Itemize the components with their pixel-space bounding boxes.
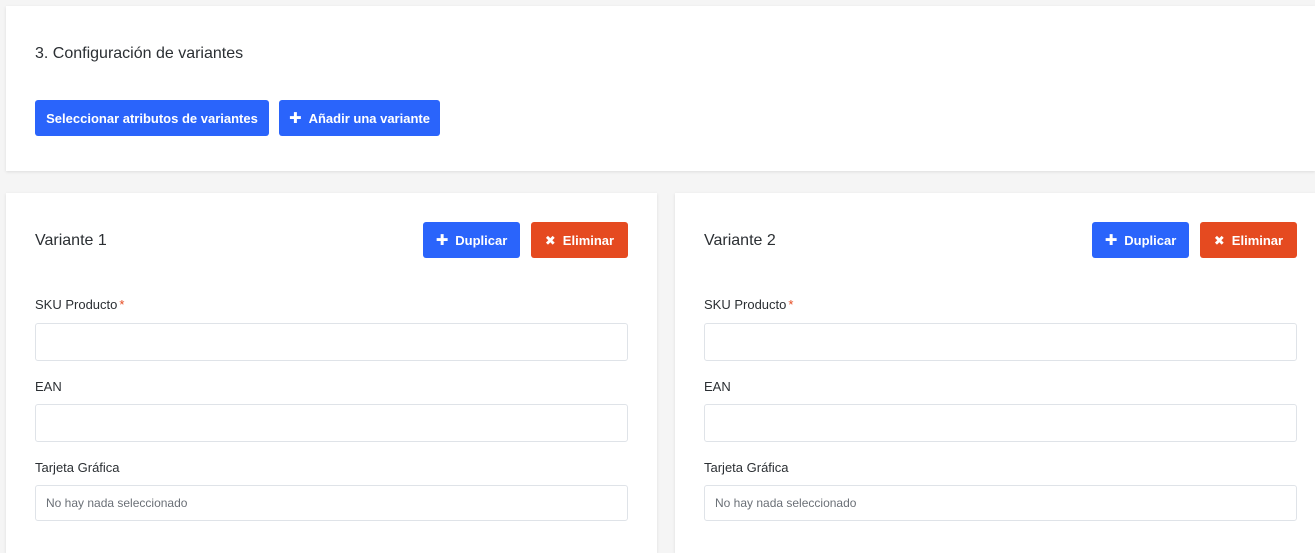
sku-input[interactable]	[35, 323, 628, 361]
graphics-card-label: Tarjeta Gráfica	[35, 460, 120, 475]
close-icon: ✖	[544, 232, 556, 248]
sku-input[interactable]	[704, 323, 1297, 361]
section-title: 3. Configuración de variantes	[35, 45, 244, 62]
variant-title: Variante 2	[704, 232, 776, 249]
add-variant-label: Añadir una variante	[308, 110, 430, 126]
delete-button[interactable]: ✖ Eliminar	[531, 222, 628, 258]
select-variant-attributes-label: Seleccionar atributos de variantes	[46, 110, 258, 126]
sku-label: SKU Producto *	[704, 297, 793, 312]
select-variant-attributes-button[interactable]: Seleccionar atributos de variantes	[35, 100, 269, 136]
duplicate-button[interactable]: ✚ Duplicar	[1092, 222, 1189, 258]
plus-icon: ✚	[1104, 231, 1118, 249]
duplicate-label: Duplicar	[1124, 232, 1177, 248]
sku-label-text: SKU Producto	[35, 297, 118, 312]
sku-label: SKU Producto *	[35, 297, 124, 312]
variant-config-card: 3. Configuración de variantes Selecciona…	[6, 6, 1315, 171]
duplicate-button[interactable]: ✚ Duplicar	[423, 222, 520, 258]
required-mark: *	[119, 297, 125, 312]
ean-input[interactable]	[704, 404, 1297, 442]
delete-label: Eliminar	[562, 232, 615, 248]
graphics-card-placeholder: No hay nada seleccionado	[46, 496, 188, 510]
required-mark: *	[788, 297, 794, 312]
ean-label: EAN	[704, 379, 731, 394]
variant-card-1: Variante 1 ✚ Duplicar ✖ Eliminar SKU Pro…	[6, 193, 657, 553]
ean-label: EAN	[35, 379, 62, 394]
graphics-card-select[interactable]: No hay nada seleccionado	[35, 485, 628, 521]
delete-label: Eliminar	[1231, 232, 1284, 248]
graphics-card-placeholder: No hay nada seleccionado	[715, 496, 857, 510]
plus-icon: ✚	[435, 231, 449, 249]
plus-icon: ✚	[289, 109, 302, 127]
variant-card-2: Variante 2 ✚ Duplicar ✖ Eliminar SKU Pro…	[675, 193, 1315, 553]
duplicate-label: Duplicar	[455, 232, 508, 248]
add-variant-button[interactable]: ✚ Añadir una variante	[279, 100, 440, 136]
variant-title: Variante 1	[35, 232, 107, 249]
ean-input[interactable]	[35, 404, 628, 442]
delete-button[interactable]: ✖ Eliminar	[1200, 222, 1297, 258]
sku-label-text: SKU Producto	[704, 297, 787, 312]
graphics-card-label: Tarjeta Gráfica	[704, 460, 789, 475]
close-icon: ✖	[1213, 232, 1225, 248]
graphics-card-select[interactable]: No hay nada seleccionado	[704, 485, 1297, 521]
